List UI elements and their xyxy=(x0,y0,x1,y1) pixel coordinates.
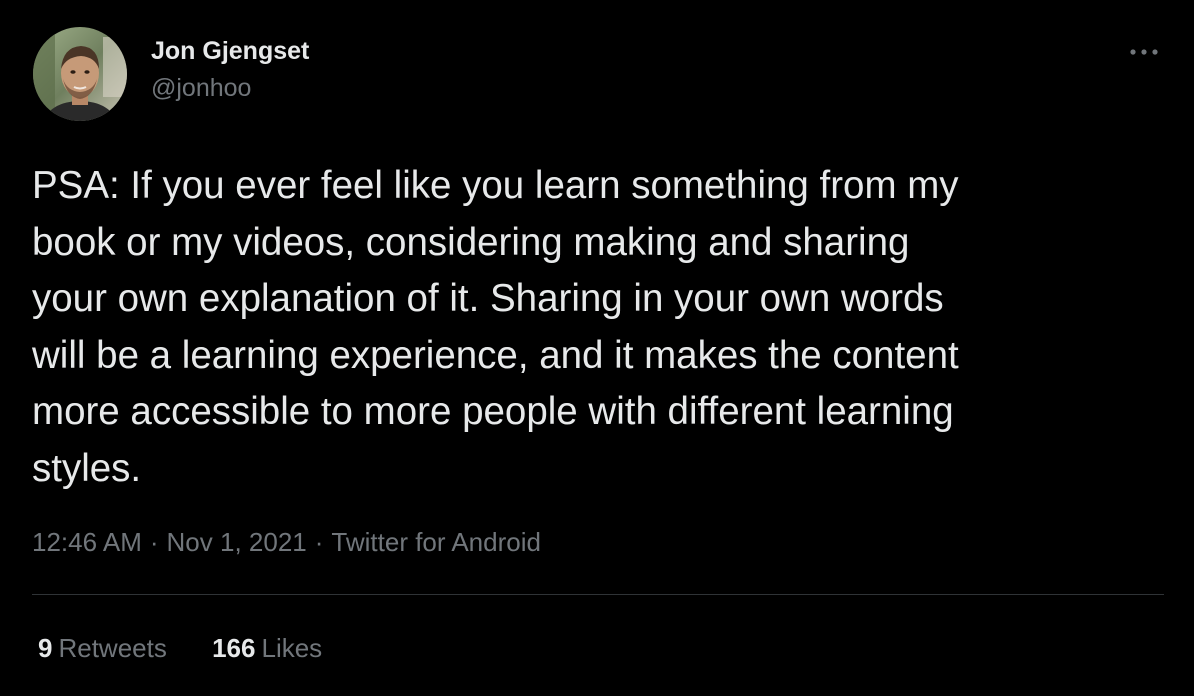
likes-count: 166 xyxy=(212,633,256,663)
retweets-stat[interactable]: 9 Retweets xyxy=(38,632,167,664)
divider xyxy=(32,594,1164,595)
tweet-card: Jon Gjengset @jonhoo PSA: If you ever fe… xyxy=(0,0,1194,696)
ellipsis-icon xyxy=(1130,49,1158,55)
meta-separator: · xyxy=(149,527,159,557)
author-handle[interactable]: @jonhoo xyxy=(151,73,309,103)
retweets-count: 9 xyxy=(38,633,53,663)
tweet-text: PSA: If you ever feel like you learn som… xyxy=(32,164,959,490)
tweet-source[interactable]: Twitter for Android xyxy=(331,527,541,557)
tweet-time[interactable]: 12:46 AM xyxy=(32,527,142,557)
retweets-label: Retweets xyxy=(58,633,167,663)
tweet-meta: 12:46 AM · Nov 1, 2021 · Twitter for Android xyxy=(32,526,541,558)
tweet-date[interactable]: Nov 1, 2021 xyxy=(167,527,307,557)
likes-label: Likes xyxy=(261,633,323,663)
likes-stat[interactable]: 166 Likes xyxy=(212,632,322,664)
meta-separator: · xyxy=(314,527,324,557)
author-display-name[interactable]: Jon Gjengset xyxy=(151,36,309,66)
profile-photo-icon xyxy=(33,27,127,121)
avatar[interactable] xyxy=(33,27,127,121)
author-block: Jon Gjengset @jonhoo xyxy=(151,36,309,103)
more-options-button[interactable] xyxy=(1127,40,1161,64)
tweet-stats: 9 Retweets 166 Likes xyxy=(38,632,322,664)
